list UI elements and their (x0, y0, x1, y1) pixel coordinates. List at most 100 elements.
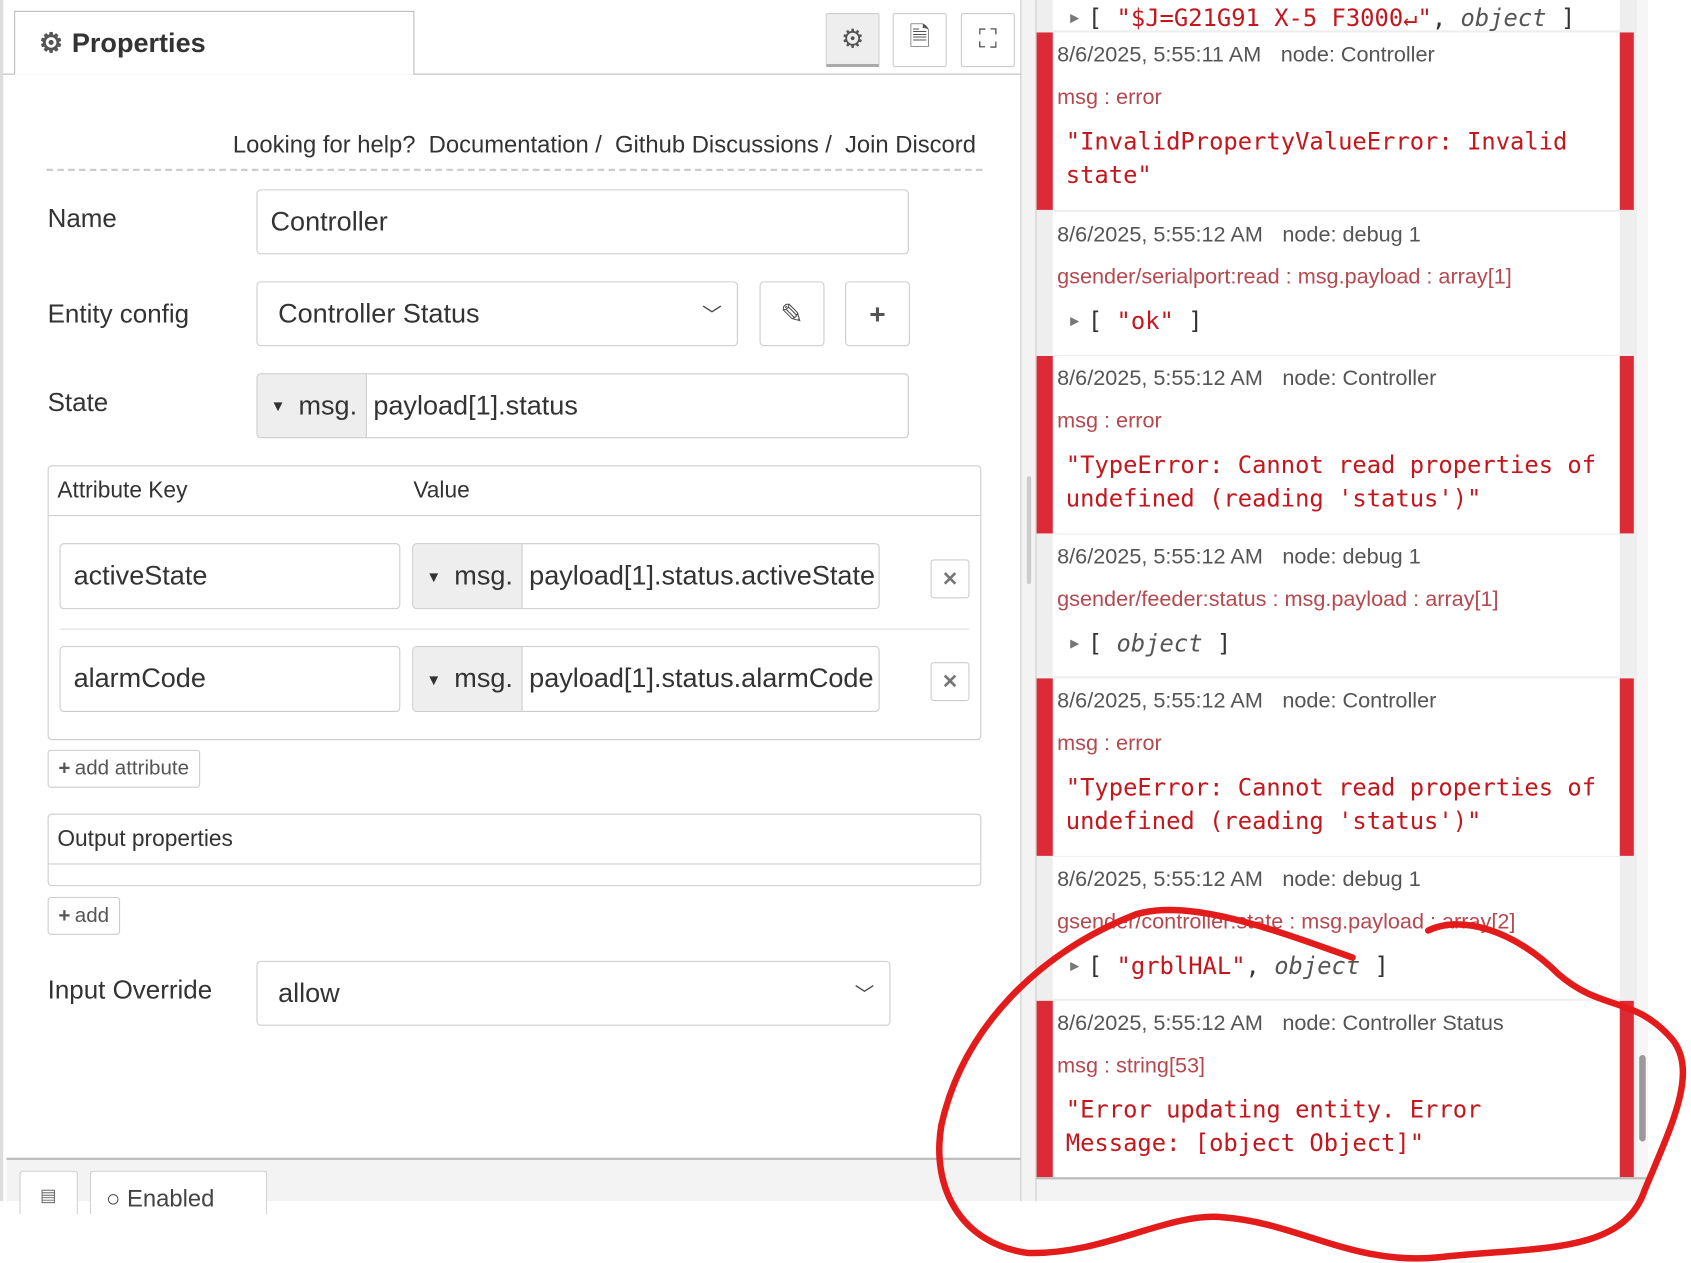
timestamp: 8/6/2025, 5:55:12 AM (1057, 545, 1263, 570)
entity-config-select[interactable]: Controller Status ﹀ (256, 281, 738, 347)
type-prefix: msg. (298, 390, 358, 421)
state-value: payload[1].status (373, 390, 578, 421)
document-icon: 🗎 (909, 22, 931, 52)
appearance-button[interactable]: ⛶ (960, 12, 1015, 68)
description-button[interactable]: 🗎 (892, 12, 947, 68)
debug-message: ▶[ "$J=G21G91 X-5 F3000↵", object ] (1036, 0, 1634, 32)
caret-right-icon[interactable]: ▶ (1070, 628, 1079, 662)
attribute-value-input[interactable]: ▼ msg. payload[1].status.alarmCode (412, 645, 880, 712)
node-link[interactable]: node: debug 1 (1282, 545, 1420, 569)
caret-down-icon: ▼ (270, 397, 286, 415)
github-discussions-link[interactable]: Github Discussions (615, 131, 819, 158)
pencil-icon: ✎ (780, 297, 804, 330)
node-link[interactable]: node: Controller (1282, 367, 1436, 391)
attribute-table-header: Attribute Key Value (48, 466, 981, 517)
row-divider (59, 628, 970, 630)
caret-right-icon[interactable]: ▶ (1070, 2, 1079, 36)
timestamp: 8/6/2025, 5:55:11 AM (1057, 43, 1262, 68)
add-output-button[interactable]: + add (47, 896, 120, 935)
debug-scrollbar[interactable] (1637, 0, 1648, 1202)
edit-config-button[interactable]: ✎ (759, 281, 825, 347)
message-payload[interactable]: ▶[ "grblHAL", object ] (1053, 935, 1620, 984)
caret-down-icon: ▼ (426, 567, 442, 585)
attribute-value-input[interactable]: ▼ msg. payload[1].status.activeState (412, 543, 880, 610)
timestamp: 8/6/2025, 5:55:12 AM (1057, 689, 1263, 714)
type-prefix: msg. (454, 663, 513, 694)
type-selector[interactable]: ▼ msg. (413, 544, 523, 609)
enabled-toggle[interactable]: ○ Enabled (89, 1170, 268, 1215)
type-prefix: msg. (454, 560, 513, 591)
node-link[interactable]: node: Controller (1281, 43, 1435, 67)
message-path: msg : error (1057, 85, 1162, 110)
node-properties-button[interactable]: ⚙ (825, 12, 880, 68)
tab-properties[interactable]: ⚙ Properties (14, 10, 415, 75)
grip[interactable] (1026, 476, 1032, 585)
node-link[interactable]: node: Controller (1282, 689, 1436, 713)
message-payload: "TypeError: Cannot read properties of un… (1065, 774, 1597, 836)
message-path: msg : error (1057, 731, 1162, 756)
type-selector[interactable]: ▼ msg. (257, 374, 367, 438)
add-config-button[interactable]: + (845, 281, 910, 347)
help-line: Looking for help? Documentation / Github … (230, 131, 980, 159)
entity-config-label: Entity config (47, 299, 190, 329)
footer-bar: ▤ ○ Enabled (6, 1157, 1024, 1215)
state-label: State (47, 388, 109, 418)
help-prefix: Looking for help? (232, 130, 416, 158)
debug-message-error: 8/6/2025, 5:55:11 AM node: Controller msg… (1036, 32, 1634, 210)
entity-config-value: Controller Status (278, 298, 480, 329)
message-payload[interactable]: ▶[ "ok" ] (1053, 290, 1620, 339)
caret-right-icon[interactable]: ▶ (1070, 950, 1079, 984)
message-path: msg : string[53] (1057, 1053, 1206, 1078)
output-properties-header: Output properties (48, 815, 981, 865)
node-link[interactable]: node: Controller Status (1282, 1012, 1503, 1036)
message-payload[interactable]: ▶[ "$J=G21G91 X-5 F3000↵", object ] (1053, 0, 1620, 36)
add-attribute-label: add attribute (74, 756, 190, 780)
attribute-key-input[interactable]: activeState (59, 543, 401, 610)
debug-footer (1036, 1177, 1648, 1202)
type-selector[interactable]: ▼ msg. (413, 647, 523, 711)
message-path[interactable]: gsender/feeder:status : msg.payload : ar… (1053, 570, 1620, 612)
message-payload[interactable]: ▶[ object ] (1053, 612, 1620, 661)
add-attribute-button[interactable]: + add attribute (47, 749, 200, 788)
remove-attribute-button[interactable]: ✕ (930, 559, 970, 599)
close-icon: ✕ (941, 670, 959, 692)
panel-resize-handle[interactable] (1020, 0, 1037, 1202)
gear-icon: ⚙ (840, 24, 865, 54)
attribute-value: payload[1].status.alarmCode (529, 663, 874, 694)
input-override-select[interactable]: allow ﹀ (256, 960, 891, 1026)
caret-right-icon[interactable]: ▶ (1070, 305, 1079, 339)
remove-attribute-button[interactable]: ✕ (930, 662, 970, 702)
chevron-down-icon: ﹀ (854, 983, 875, 1006)
message-payload: "InvalidPropertyValueError: Invalid stat… (1065, 128, 1568, 190)
toggle-circle-icon: ○ (106, 1184, 121, 1212)
scrollbar-thumb[interactable] (1639, 1054, 1646, 1142)
debug-panel: ▶[ "$J=G21G91 X-5 F3000↵", object ] 8/6/… (1036, 0, 1648, 1202)
attribute-key-header: Attribute Key (57, 478, 188, 504)
value-header: Value (413, 478, 470, 504)
name-input[interactable]: Controller (256, 189, 909, 255)
timestamp: 8/6/2025, 5:55:12 AM (1057, 1011, 1263, 1036)
timestamp: 8/6/2025, 5:55:12 AM (1057, 366, 1263, 391)
plus-icon: + (58, 756, 71, 780)
join-discord-link[interactable]: Join Discord (845, 131, 976, 158)
divider (46, 168, 983, 171)
debug-message-error: 8/6/2025, 5:55:12 AM node: Controller msg… (1036, 355, 1634, 534)
node-link[interactable]: node: debug 1 (1282, 868, 1420, 892)
book-icon: ▤ (40, 1186, 57, 1206)
message-payload: "Error updating entity. Error Message: [… (1065, 1097, 1482, 1158)
documentation-link[interactable]: Documentation (429, 131, 589, 158)
description-toggle[interactable]: ▤ (19, 1170, 78, 1215)
message-path[interactable]: gsender/controller:state : msg.payload :… (1053, 893, 1620, 935)
node-link[interactable]: node: debug 1 (1282, 223, 1420, 247)
close-icon: ✕ (941, 567, 959, 590)
output-properties-box: Output properties (47, 813, 982, 887)
message-path[interactable]: gsender/serialport:read : msg.payload : … (1053, 248, 1620, 290)
timestamp: 8/6/2025, 5:55:12 AM (1057, 867, 1263, 892)
input-override-value: allow (278, 977, 340, 1008)
caret-down-icon: ▼ (426, 670, 442, 688)
sep: / (825, 130, 832, 158)
state-typed-input[interactable]: ▼ msg. payload[1].status (256, 373, 909, 439)
input-override-label: Input Override (47, 975, 213, 1006)
plus-icon: + (869, 297, 886, 330)
attribute-key-input[interactable]: alarmCode (59, 645, 401, 712)
